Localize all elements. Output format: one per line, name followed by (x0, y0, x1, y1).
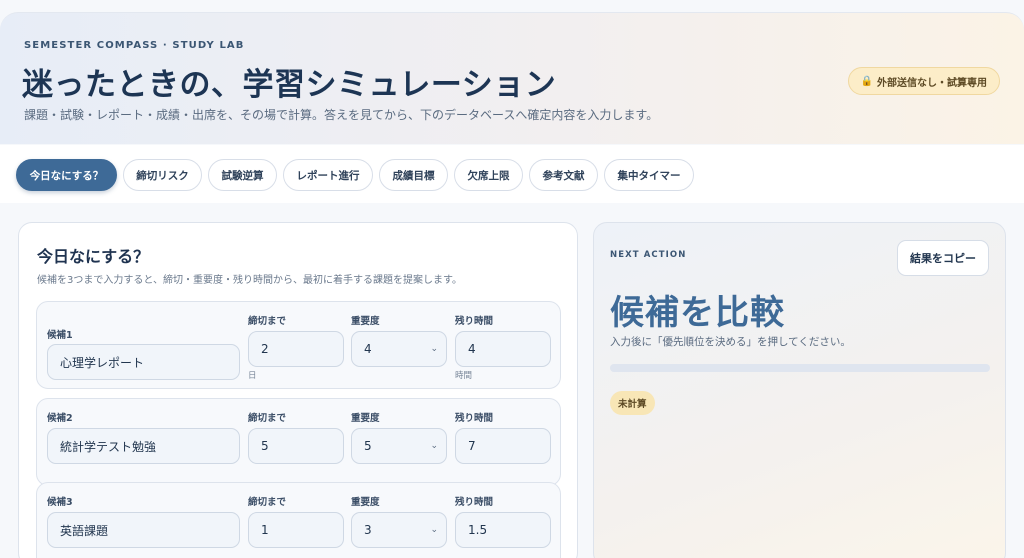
copy-result-button[interactable]: 結果をコピー (897, 240, 989, 276)
importance-select[interactable]: 3 ⌄ (351, 512, 447, 548)
importance-label: 重要度 (351, 316, 380, 327)
importance-select[interactable]: 4 ⌄ (351, 331, 447, 367)
tab-focus-timer[interactable]: 集中タイマー (604, 159, 694, 191)
importance-label: 重要度 (351, 497, 380, 508)
tab-today[interactable]: 今日なにする？ (16, 159, 117, 191)
remaining-label: 残り時間 (455, 413, 494, 424)
deadline-input[interactable]: 2 (248, 331, 344, 367)
result-card: NEXT ACTION 結果をコピー 候補を比較 入力後に「優先順位を決める」を… (593, 222, 1006, 558)
candidate-label: 候補2 (47, 413, 73, 424)
candidate-label: 候補1 (47, 330, 73, 341)
tab-absence-limit[interactable]: 欠席上限 (454, 159, 523, 191)
days-unit: 日 (248, 371, 257, 381)
page-subtitle: 課題・試験・レポート・成績・出席を、その場で計算。答えを見てから、下のデータベー… (24, 108, 659, 122)
importance-value: 4 (364, 342, 372, 356)
privacy-badge: 🔒 外部送信なし・試算専用 (847, 67, 1000, 95)
hours-unit: 時間 (455, 371, 473, 381)
planner-description: 候補を3つまで入力すると、締切・重要度・残り時間から、最初に着手する課題を提案し… (37, 275, 462, 286)
planner-title: 今日なにする？ (37, 247, 150, 266)
importance-label: 重要度 (351, 413, 380, 424)
deadline-input[interactable]: 1 (248, 512, 344, 548)
status-badge: 未計算 (610, 391, 655, 415)
planner-card: 今日なにする？ 候補を3つまで入力すると、締切・重要度・残り時間から、最初に着手… (18, 222, 578, 558)
privacy-badge-label: 外部送信なし・試算専用 (877, 77, 987, 89)
candidate-name-input[interactable]: 英語課題 (47, 512, 240, 548)
deadline-label: 締切まで (248, 413, 287, 424)
candidate-row: 候補3 英語課題 締切まで 1 重要度 3 ⌄ 残り時間 1.5 (36, 482, 561, 558)
deadline-label: 締切まで (248, 316, 287, 327)
hero-header: SEMESTER COMPASS · STUDY LAB 迷ったときの、学習シミ… (0, 12, 1024, 144)
candidate-name-input[interactable]: 統計学テスト勉強 (47, 428, 240, 464)
page-title: 迷ったときの、学習シミュレーション (22, 67, 557, 103)
importance-select[interactable]: 5 ⌄ (351, 428, 447, 464)
chevron-down-icon: ⌄ (430, 441, 438, 451)
remaining-input[interactable]: 4 (455, 331, 551, 367)
result-eyebrow: NEXT ACTION (610, 250, 687, 260)
deadline-input[interactable]: 5 (248, 428, 344, 464)
tab-deadline-risk[interactable]: 締切リスク (123, 159, 202, 191)
tab-references[interactable]: 参考文献 (529, 159, 598, 191)
importance-value: 3 (364, 523, 372, 537)
tool-tabs: 今日なにする？ 締切リスク 試験逆算 レポート進行 成績目標 欠席上限 参考文献… (0, 145, 1024, 203)
remaining-label: 残り時間 (455, 497, 494, 508)
candidate-row: 候補1 心理学レポート 締切まで 2 日 重要度 4 ⌄ 残り時間 4 時間 (36, 301, 561, 389)
result-headline: 候補を比較 (610, 293, 785, 333)
importance-value: 5 (364, 439, 372, 453)
result-hint: 入力後に「優先順位を決める」を押してください。 (610, 336, 851, 348)
candidate-name-input[interactable]: 心理学レポート (47, 344, 240, 380)
chevron-down-icon: ⌄ (430, 344, 438, 354)
remaining-input[interactable]: 7 (455, 428, 551, 464)
tab-exam-backward[interactable]: 試験逆算 (208, 159, 277, 191)
candidate-row: 候補2 統計学テスト勉強 締切まで 5 重要度 5 ⌄ 残り時間 7 (36, 398, 561, 486)
tab-report-progress[interactable]: レポート進行 (283, 159, 373, 191)
chevron-down-icon: ⌄ (430, 525, 438, 535)
remaining-input[interactable]: 1.5 (455, 512, 551, 548)
candidate-label: 候補3 (47, 497, 73, 508)
deadline-label: 締切まで (248, 497, 287, 508)
app-eyebrow: SEMESTER COMPASS · STUDY LAB (24, 40, 245, 51)
remaining-label: 残り時間 (455, 316, 494, 327)
tab-grade-target[interactable]: 成績目標 (379, 159, 448, 191)
result-progress-bar (610, 364, 990, 372)
lock-icon: 🔒 (860, 75, 873, 87)
